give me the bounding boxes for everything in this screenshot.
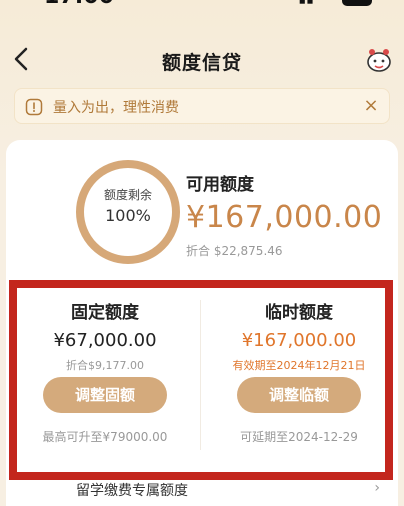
available-amount: ¥167,000.00 — [186, 200, 383, 235]
available-label: 可用额度 — [186, 175, 254, 195]
temp-limit-amount: ¥167,000.00 — [241, 330, 357, 351]
page-title: 额度信贷 — [161, 52, 242, 74]
fixed-limit-title: 固定额度 — [71, 303, 139, 323]
close-icon[interactable]: × — [361, 96, 381, 116]
fixed-limit-converted: 折合$9,177.00 — [66, 359, 144, 372]
adjust-temp-button[interactable]: 调整临额 — [237, 377, 361, 413]
status-icons: ▮▮ ◠ 24 — [298, 0, 372, 6]
notice-text: 量入为出，理性消费 — [53, 100, 179, 116]
study-abroad-row[interactable]: 留学缴费专属额度 › — [40, 480, 380, 506]
available-converted: 折合 $22,875.46 — [186, 244, 283, 258]
battery-icon: 24 — [342, 0, 372, 6]
fixed-limit-amount: ¥67,000.00 — [53, 330, 157, 351]
info-icon — [25, 98, 43, 116]
customer-service-icon[interactable] — [364, 46, 394, 74]
adjust-fixed-button[interactable]: 调整固额 — [43, 377, 167, 413]
temp-limit-footer: 可延期至2024-12-29 — [240, 430, 358, 444]
signal-icon: ▮▮ — [298, 0, 313, 6]
fixed-limit-footer: 最高可升至¥79000.00 — [42, 430, 168, 444]
wifi-icon: ◠ — [322, 0, 334, 6]
temp-limit-title: 临时额度 — [265, 303, 333, 323]
status-bar: 17:00 ▮▮ ◠ 24 — [0, 0, 404, 14]
ring-label: 额度剩余 — [103, 188, 152, 202]
ring-value: 100% — [105, 206, 151, 225]
study-abroad-label: 留学缴费专属额度 — [76, 483, 188, 499]
status-time: 17:00 — [44, 0, 114, 9]
chevron-right-icon: › — [374, 480, 380, 496]
temp-limit-validity: 有效期至2024年12月21日 — [232, 359, 366, 372]
notice-banner: 量入为出，理性消费 × — [14, 88, 390, 124]
column-divider — [200, 300, 201, 450]
app-header: 额度信贷 — [0, 36, 404, 84]
